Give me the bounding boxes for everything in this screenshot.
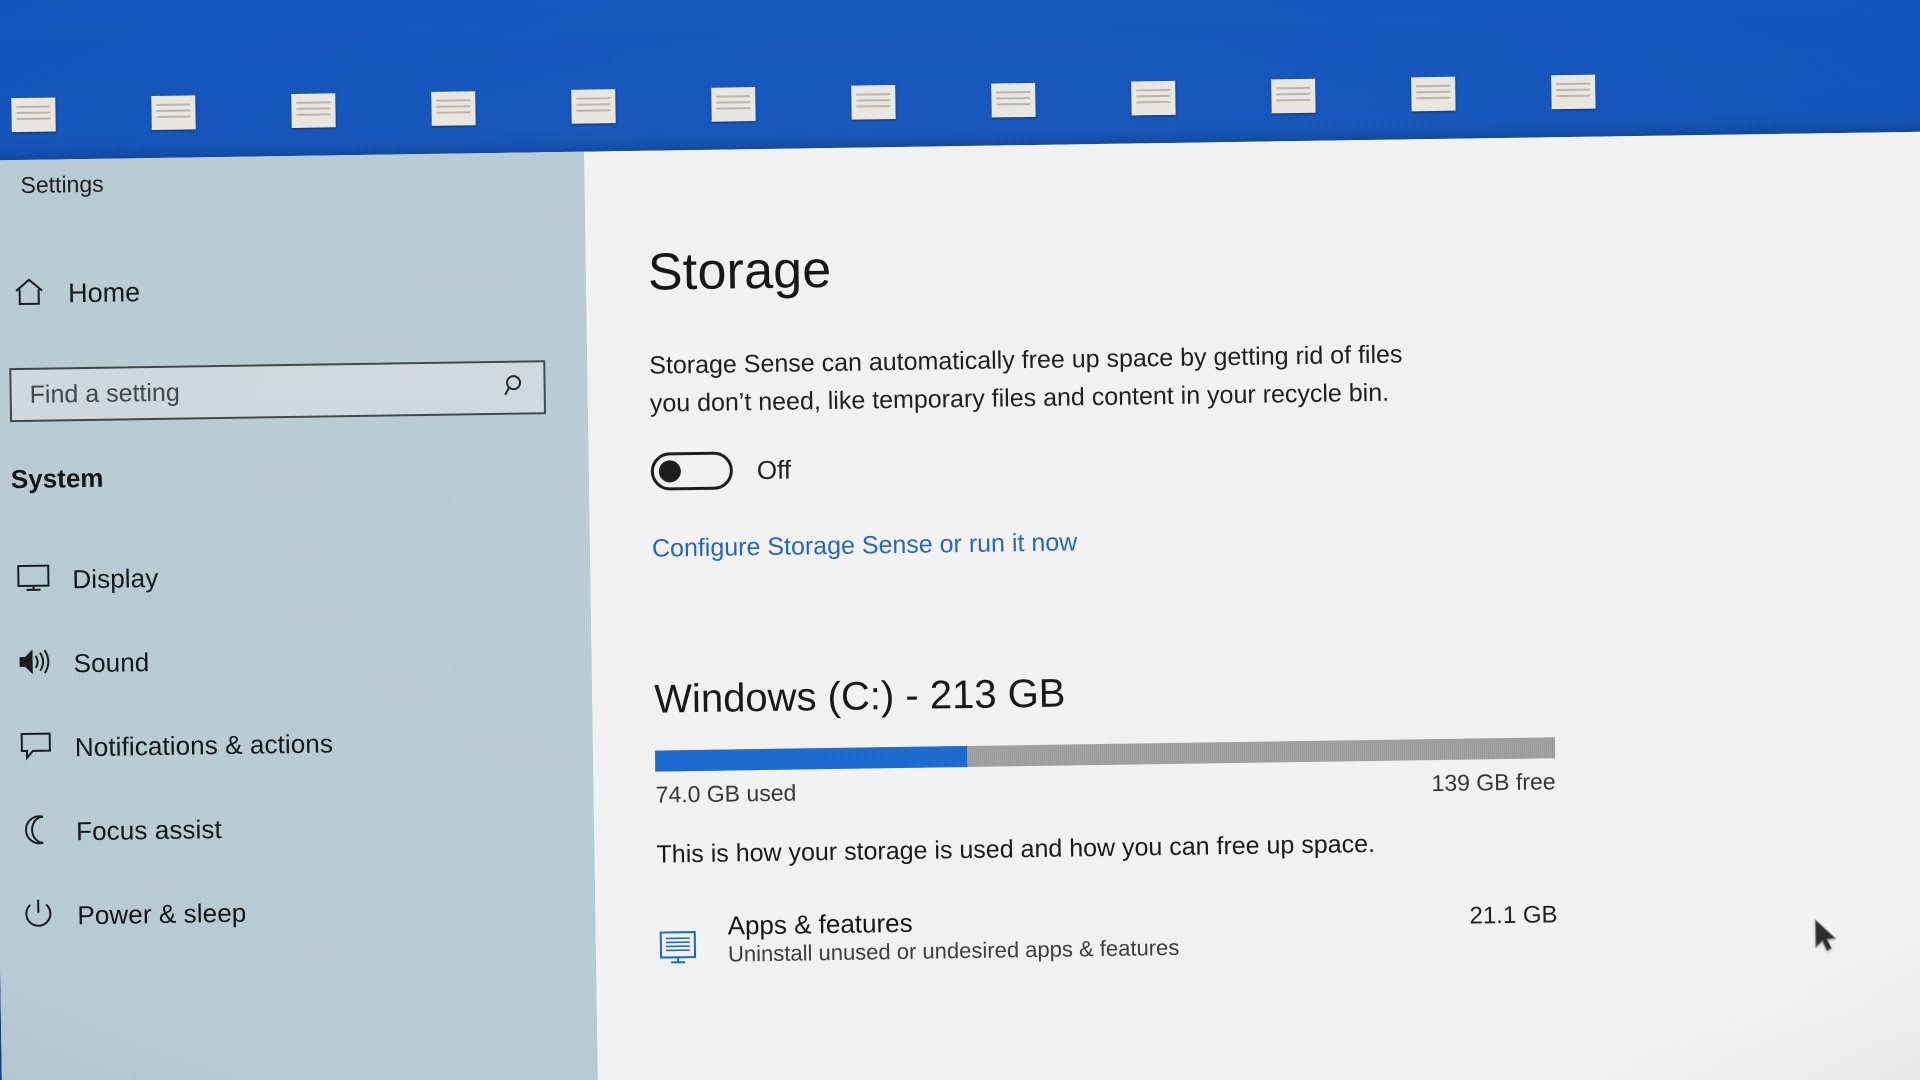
sidebar-item-display[interactable]: Display <box>0 530 591 623</box>
sidebar-item-focus-assist[interactable]: Focus assist <box>0 782 595 875</box>
drive-usage-legend: 74.0 GB used 139 GB free <box>655 768 1555 808</box>
search-icon[interactable] <box>487 372 543 404</box>
sidebar-nav: Display Sound Notifications & actions Focus… <box>0 530 596 959</box>
sidebar-item-home[interactable]: Home <box>0 260 586 321</box>
home-icon <box>0 276 68 312</box>
storage-category-list: Apps & features 21.1 GB Uninstall unused o… <box>657 892 1920 973</box>
document-icon <box>571 89 616 124</box>
document-icon <box>1551 74 1596 110</box>
power-icon <box>0 897 78 935</box>
desktop-icon[interactable] <box>243 93 383 129</box>
sidebar-item-notifications-actions[interactable]: Notifications & actions <box>0 698 593 791</box>
sidebar-group-title: System <box>10 462 104 495</box>
moon-icon <box>0 813 76 851</box>
search-input[interactable] <box>11 372 488 411</box>
desktop-icon[interactable] <box>523 88 663 124</box>
usage-intro-text: This is how your storage is used and how… <box>656 829 1376 869</box>
sidebar-item-label: Power & sleep <box>77 897 247 930</box>
sidebar-item-label: Notifications & actions <box>74 727 334 762</box>
desktop-icon[interactable] <box>663 86 803 122</box>
configure-storage-sense-link[interactable]: Configure Storage Sense or run it now <box>652 528 1078 563</box>
sidebar-item-label: Display <box>72 562 159 594</box>
document-icon <box>431 91 476 126</box>
monitor-icon <box>0 562 73 598</box>
document-icon <box>291 93 336 128</box>
document-icon <box>851 84 896 120</box>
sidebar-item-power-sleep[interactable]: Power & sleep <box>0 866 596 959</box>
speaker-icon <box>0 646 74 682</box>
desktop-icon[interactable] <box>103 95 243 131</box>
document-icon <box>991 82 1036 118</box>
drive-title: Windows (C:) - 213 GB <box>653 671 1066 722</box>
sidebar-item-label: Sound <box>73 646 150 678</box>
page-title: Storage <box>647 240 832 302</box>
desktop-icon[interactable] <box>803 84 943 120</box>
storage-sense-toggle-state: Off <box>756 454 792 485</box>
drive-used-label: 74.0 GB used <box>655 779 797 808</box>
sidebar-item-home-label: Home <box>67 276 141 308</box>
desktop-icon[interactable] <box>943 82 1083 118</box>
desktop-icon[interactable] <box>1503 74 1643 110</box>
desktop-icon[interactable] <box>1223 78 1363 114</box>
settings-window: Settings Home Find a setting System Disp… <box>0 130 1920 1080</box>
arrow-cursor-icon <box>1815 919 1837 951</box>
storage-category-subtitle: Uninstall unused or undesired apps & fea… <box>727 934 1180 967</box>
sidebar-item-label: Focus assist <box>75 813 223 846</box>
monitor-photo: ron proofbusiness 1Payaro DataCapture D.… <box>0 0 1920 1080</box>
desktop-icon-row-second <box>0 69 1920 133</box>
drive-usage-bar-fill <box>655 745 968 772</box>
storage-category-row[interactable]: Apps & features 21.1 GB Uninstall unused o… <box>657 898 1558 972</box>
desktop-icon[interactable] <box>1363 76 1503 112</box>
storage-sense-description: Storage Sense can automatically free up … <box>649 340 1403 418</box>
sidebar-item-sound[interactable]: Sound <box>0 614 592 707</box>
settings-sidebar: Home System Display Sound Notifications & … <box>0 151 599 1080</box>
search-box[interactable] <box>9 360 546 423</box>
settings-content: Storage Storage Sense can automatically … <box>584 130 1920 1080</box>
desktop-icon[interactable] <box>1083 80 1223 116</box>
document-icon <box>711 87 756 122</box>
storage-sense-toggle-row: Off <box>650 433 1920 491</box>
document-icon <box>11 97 56 133</box>
storage-sense-toggle[interactable] <box>650 451 734 491</box>
document-icon <box>1411 76 1456 112</box>
drive-free-label: 139 GB free <box>1431 768 1556 797</box>
chat-bubble-icon <box>0 730 75 766</box>
drive-usage-bar <box>655 737 1556 772</box>
storage-category-size: 21.1 GB <box>1469 901 1558 930</box>
document-icon <box>1271 78 1316 114</box>
apps-features-icon <box>658 929 711 973</box>
desktop-icon[interactable] <box>0 97 104 133</box>
storage-category-name: Apps & features <box>727 907 913 941</box>
toggle-knob <box>658 460 682 483</box>
desktop-icon[interactable] <box>383 91 523 127</box>
document-icon <box>151 95 196 131</box>
document-icon <box>1131 80 1176 116</box>
